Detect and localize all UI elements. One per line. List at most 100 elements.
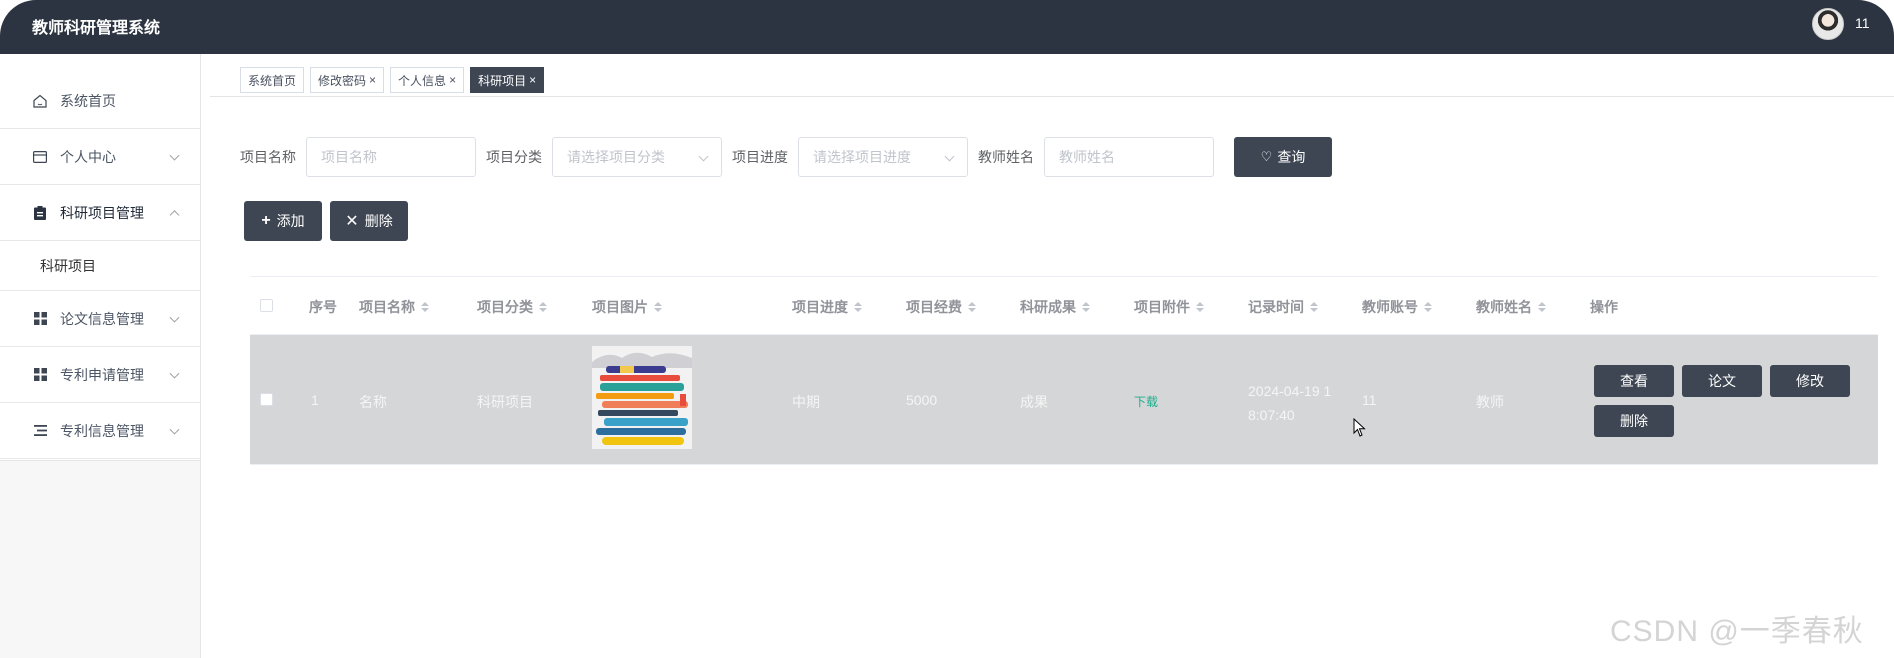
- header-label: 记录时间: [1248, 299, 1304, 315]
- close-icon[interactable]: ×: [529, 73, 536, 87]
- project-name-label: 项目名称: [240, 149, 296, 165]
- plus-icon: +: [261, 212, 271, 229]
- header-label: 科研成果: [1020, 299, 1076, 315]
- cell-funding: 5000: [906, 392, 938, 408]
- placeholder: 请选择项目分类: [567, 149, 665, 165]
- sidebar-subitem-research-project[interactable]: 科研项目: [0, 241, 200, 291]
- query-button-label: 查询: [1277, 149, 1306, 165]
- chevron-down-icon: [169, 424, 180, 435]
- teacher-name-label: 教师姓名: [978, 149, 1034, 165]
- col-header-time[interactable]: 记录时间: [1248, 297, 1318, 317]
- download-link[interactable]: 下载: [1134, 393, 1158, 410]
- delete-button-label: 删除: [364, 213, 393, 229]
- sidebar-item-label: 论文信息管理: [60, 310, 144, 327]
- col-header-attachment[interactable]: 项目附件: [1134, 297, 1204, 317]
- col-header-index: 序号: [309, 297, 337, 317]
- view-button[interactable]: 查看: [1594, 365, 1674, 397]
- add-button-label: 添加: [276, 213, 305, 229]
- grid-icon: [32, 367, 48, 383]
- card-icon: [32, 149, 48, 165]
- tab-label: 修改密码: [318, 73, 367, 88]
- tabs-divider: [210, 96, 1894, 97]
- sidebar-item-research[interactable]: 科研项目管理: [0, 185, 200, 241]
- header-label: 项目附件: [1134, 299, 1190, 315]
- chevron-down-icon: [169, 150, 180, 161]
- top-header: 教师科研管理系统 11: [0, 0, 1894, 54]
- project-progress-label: 项目进度: [732, 149, 788, 165]
- delete-button[interactable]: ✕ 删除: [330, 201, 408, 241]
- sidebar-item-personal[interactable]: 个人中心: [0, 129, 200, 185]
- col-header-name[interactable]: 项目名称: [359, 297, 429, 317]
- close-icon[interactable]: ×: [369, 73, 376, 87]
- sort-icon[interactable]: [854, 302, 862, 312]
- header-label: 项目进度: [792, 299, 848, 315]
- chevron-down-icon: [169, 368, 180, 379]
- chevron-up-icon: [169, 209, 180, 220]
- col-header-funding[interactable]: 项目经费: [906, 297, 976, 317]
- sidebar-item-label: 专利申请管理: [60, 366, 144, 383]
- sidebar-item-home[interactable]: 系统首页: [0, 54, 200, 129]
- project-name-input[interactable]: 项目名称: [306, 137, 476, 177]
- chevron-down-icon: [944, 151, 955, 162]
- cell-teacher: 教师: [1476, 394, 1504, 410]
- heart-icon: ♡: [1260, 149, 1273, 164]
- avatar[interactable]: [1812, 8, 1844, 40]
- tab-label: 科研项目: [478, 73, 527, 88]
- tab-change-password[interactable]: 修改密码 ×: [310, 67, 385, 93]
- sort-icon[interactable]: [654, 302, 662, 312]
- col-header-category[interactable]: 项目分类: [477, 297, 547, 317]
- project-image[interactable]: [592, 346, 692, 449]
- header-label: 教师账号: [1362, 299, 1418, 315]
- sidebar-item-papers[interactable]: 论文信息管理: [0, 291, 200, 347]
- sort-icon[interactable]: [421, 302, 429, 312]
- placeholder: 教师姓名: [1059, 149, 1115, 165]
- col-header-image[interactable]: 项目图片: [592, 297, 662, 317]
- sort-icon[interactable]: [968, 302, 976, 312]
- table-row[interactable]: 1 名称 科研项目 中期 5000 成果 下载 2024-04-19 18:07…: [250, 335, 1878, 465]
- chevron-down-icon: [169, 312, 180, 323]
- clipboard-icon: [32, 205, 48, 221]
- col-header-account[interactable]: 教师账号: [1362, 297, 1432, 317]
- sidebar-empty-area: [0, 460, 200, 658]
- header-label: 项目图片: [592, 299, 648, 315]
- paper-button[interactable]: 论文: [1682, 365, 1762, 397]
- tab-personal-info[interactable]: 个人信息 ×: [390, 67, 465, 93]
- tab-label: 个人信息: [398, 73, 447, 88]
- sort-icon[interactable]: [1082, 302, 1090, 312]
- row-delete-button[interactable]: 删除: [1594, 405, 1674, 437]
- sidebar-item-label: 个人中心: [60, 148, 116, 165]
- search-bar: 项目名称 项目名称 项目分类 请选择项目分类 项目进度 请选择项目进度 教师姓名…: [240, 137, 1332, 177]
- sort-icon[interactable]: [1196, 302, 1204, 312]
- tab-research-project[interactable]: 科研项目 ×: [470, 67, 545, 93]
- project-category-select[interactable]: 请选择项目分类: [552, 137, 722, 177]
- table-header: 序号 项目名称 项目分类 项目图片 项目进度 项目经费 科研成果 项目附件 记录…: [250, 276, 1878, 335]
- tab-home[interactable]: 系统首页: [240, 67, 305, 93]
- sort-icon[interactable]: [1538, 302, 1546, 312]
- sort-icon[interactable]: [539, 302, 547, 312]
- sidebar-item-patent-apply[interactable]: 专利申请管理: [0, 347, 200, 403]
- query-button[interactable]: ♡ 查询: [1234, 137, 1332, 177]
- add-button[interactable]: + 添加: [244, 201, 322, 241]
- cell-account: 11: [1362, 392, 1377, 408]
- select-all-checkbox[interactable]: [260, 299, 273, 312]
- col-header-progress[interactable]: 项目进度: [792, 297, 862, 317]
- col-header-teacher[interactable]: 教师姓名: [1476, 297, 1546, 317]
- edit-button[interactable]: 修改: [1770, 365, 1850, 397]
- sort-icon[interactable]: [1310, 302, 1318, 312]
- username[interactable]: 11: [1855, 15, 1870, 31]
- watermark: CSDN @一季春秋: [1610, 615, 1864, 648]
- cell-index: 1: [311, 392, 319, 408]
- project-progress-select[interactable]: 请选择项目进度: [798, 137, 968, 177]
- row-checkbox[interactable]: [260, 393, 273, 406]
- col-header-result[interactable]: 科研成果: [1020, 297, 1090, 317]
- sort-icon[interactable]: [1424, 302, 1432, 312]
- sidebar-item-label: 专利信息管理: [60, 422, 144, 439]
- teacher-name-input[interactable]: 教师姓名: [1044, 137, 1214, 177]
- header-label: 序号: [309, 299, 337, 315]
- header-label: 项目名称: [359, 299, 415, 315]
- header-label: 教师姓名: [1476, 299, 1532, 315]
- mouse-cursor-icon: [1353, 418, 1366, 437]
- close-icon[interactable]: ×: [449, 73, 456, 87]
- header-label: 项目分类: [477, 299, 533, 315]
- sidebar-item-patent-info[interactable]: 专利信息管理: [0, 403, 200, 459]
